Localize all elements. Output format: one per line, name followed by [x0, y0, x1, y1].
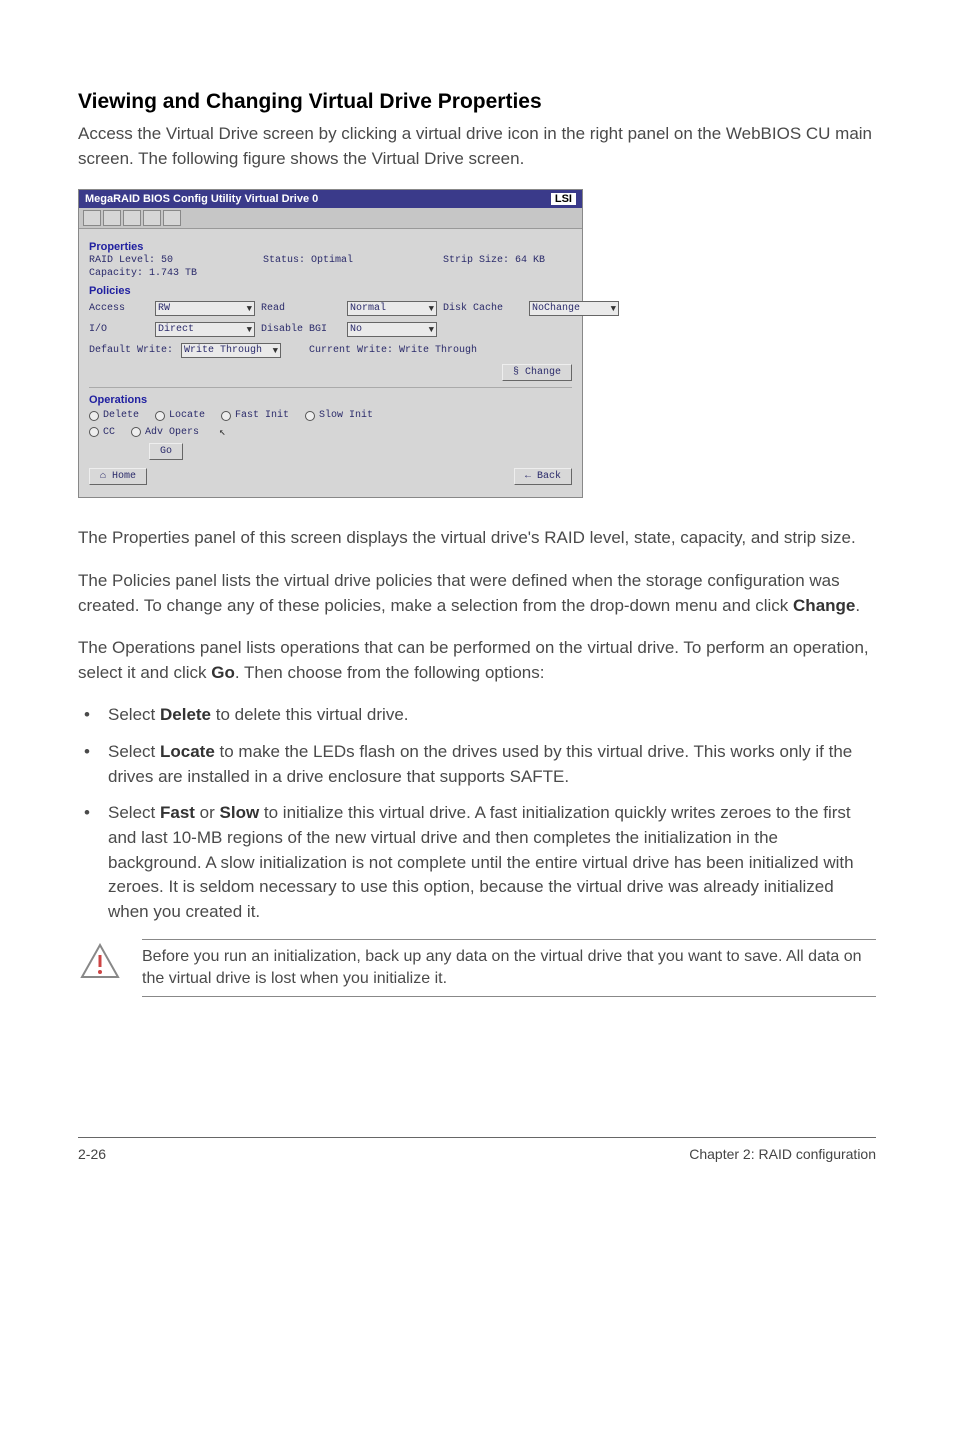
fast-init-radio[interactable]: Fast Init: [221, 410, 289, 421]
screenshot-figure: MegaRAID BIOS Config Utility Virtual Dri…: [78, 189, 876, 498]
operations-paragraph: The Operations panel lists operations th…: [78, 636, 876, 685]
toolbar-button[interactable]: [163, 210, 181, 226]
window-title: MegaRAID BIOS Config Utility Virtual Dri…: [85, 193, 318, 205]
window-titlebar: MegaRAID BIOS Config Utility Virtual Dri…: [79, 190, 582, 208]
list-item: Select Delete to delete this virtual dri…: [78, 703, 876, 728]
brand-badge: LSI: [551, 193, 576, 205]
raid-level-value: RAID Level: 50: [89, 255, 173, 266]
disk-cache-select[interactable]: NoChange▼: [529, 301, 619, 316]
disk-cache-label: Disk Cache: [443, 303, 523, 314]
toolbar: [79, 208, 582, 229]
disable-bgi-select[interactable]: No▼: [347, 322, 437, 337]
back-button[interactable]: ← Back: [514, 468, 572, 485]
list-item: Select Locate to make the LEDs flash on …: [78, 740, 876, 789]
default-write-select[interactable]: Write Through▼: [181, 343, 281, 358]
delete-radio[interactable]: Delete: [89, 410, 139, 421]
policies-panel-label: Policies: [89, 285, 572, 297]
toolbar-button[interactable]: [83, 210, 101, 226]
disable-bgi-label: Disable BGI: [261, 324, 341, 335]
warning-text: Before you run an initialization, back u…: [142, 939, 876, 998]
toolbar-button[interactable]: [143, 210, 161, 226]
access-label: Access: [89, 303, 149, 314]
properties-panel-label: Properties: [89, 241, 572, 253]
page-number: 2-26: [78, 1146, 106, 1162]
list-item: Select Fast or Slow to initialize this v…: [78, 801, 876, 924]
current-write-value: Current Write: Write Through: [309, 345, 477, 356]
go-button[interactable]: Go: [149, 443, 183, 460]
toolbar-button[interactable]: [123, 210, 141, 226]
page-footer: 2-26 Chapter 2: RAID configuration: [78, 1137, 876, 1162]
operations-panel-label: Operations: [89, 394, 572, 406]
io-select[interactable]: Direct▼: [155, 322, 255, 337]
warning-callout: Before you run an initialization, back u…: [78, 939, 876, 998]
properties-paragraph: The Properties panel of this screen disp…: [78, 526, 876, 551]
cc-radio[interactable]: CC: [89, 427, 115, 438]
intro-paragraph: Access the Virtual Drive screen by click…: [78, 122, 876, 171]
read-select[interactable]: Normal▼: [347, 301, 437, 316]
cursor-icon: ↖: [219, 425, 226, 439]
adv-opers-radio[interactable]: Adv Opers: [131, 427, 199, 438]
options-list: Select Delete to delete this virtual dri…: [78, 703, 876, 924]
default-write-label: Default Write:: [89, 345, 173, 356]
home-button[interactable]: ⌂ Home: [89, 468, 147, 485]
chapter-label: Chapter 2: RAID configuration: [689, 1146, 876, 1162]
capacity-value: Capacity: 1.743 TB: [89, 268, 197, 279]
warning-icon: [80, 943, 120, 979]
change-button[interactable]: § Change: [502, 364, 572, 381]
strip-size-value: Strip Size: 64 KB: [443, 255, 545, 266]
read-label: Read: [261, 303, 341, 314]
status-value: Status: Optimal: [263, 255, 353, 266]
locate-radio[interactable]: Locate: [155, 410, 205, 421]
policies-paragraph: The Policies panel lists the virtual dri…: [78, 569, 876, 618]
slow-init-radio[interactable]: Slow Init: [305, 410, 373, 421]
toolbar-button[interactable]: [103, 210, 121, 226]
access-select[interactable]: RW▼: [155, 301, 255, 316]
io-label: I/O: [89, 324, 149, 335]
section-heading: Viewing and Changing Virtual Drive Prope…: [78, 90, 876, 114]
